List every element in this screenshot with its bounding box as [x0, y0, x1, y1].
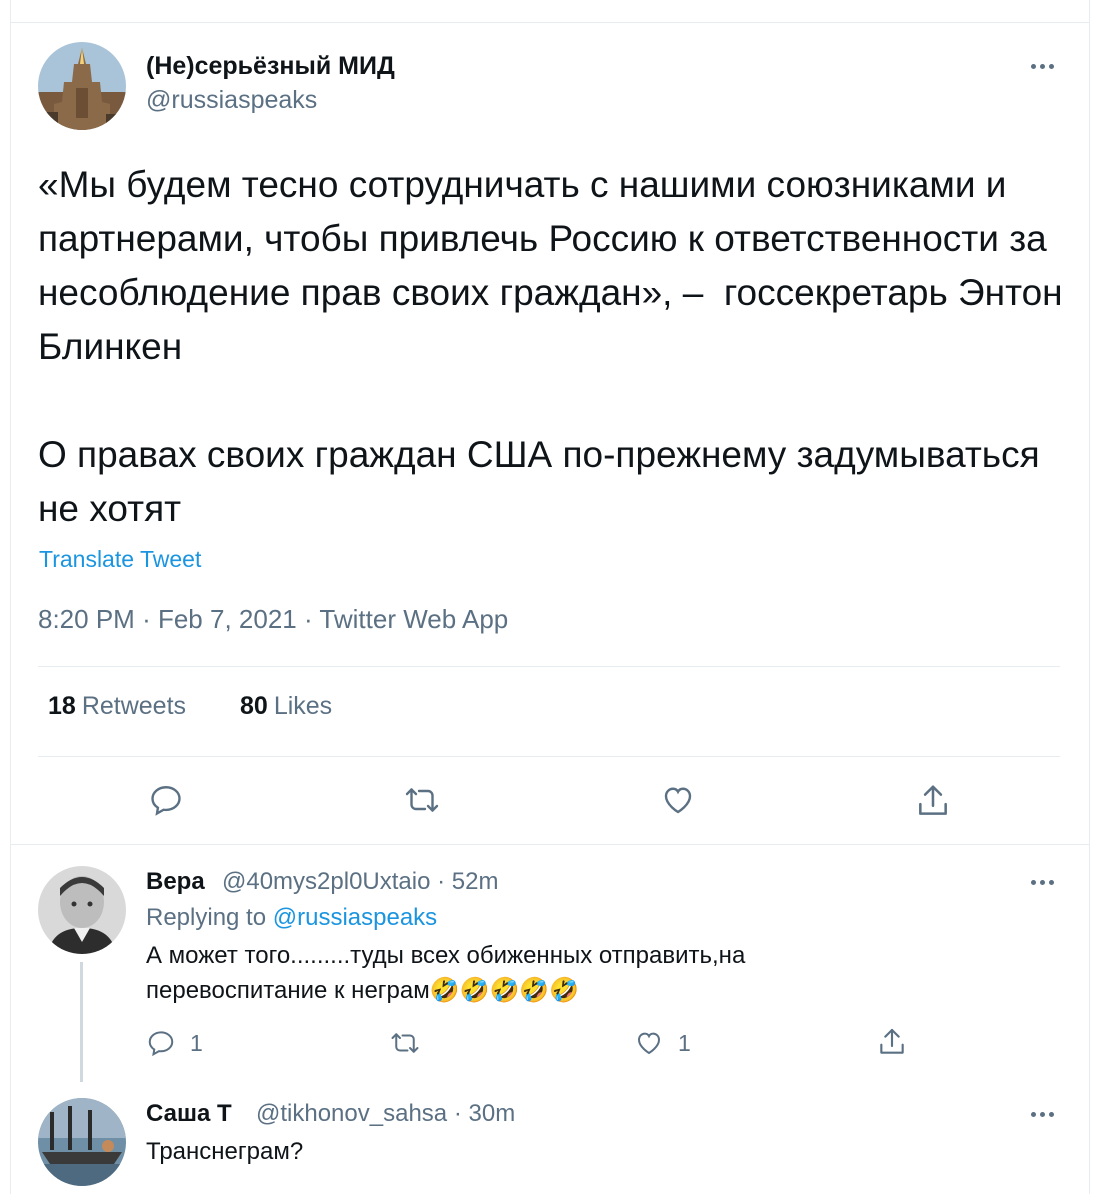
tweet-meta: 8:20 PM · Feb 7, 2021 · Twitter Web App	[38, 604, 508, 635]
retweet-button[interactable]	[402, 782, 442, 818]
reply-avatar[interactable]	[38, 1098, 126, 1186]
author-handle[interactable]: @russiaspeaks	[146, 86, 317, 115]
meta-separator: ·	[142, 604, 151, 634]
thread-line	[80, 962, 83, 1082]
like-icon	[664, 787, 692, 814]
like-button[interactable]: 1	[634, 1028, 691, 1058]
reply-text: Транснеграм?	[146, 1138, 304, 1165]
meta-separator: ·	[453, 1100, 462, 1127]
reply-button[interactable]: 1	[146, 1028, 203, 1058]
reply-author-name[interactable]: Саша Т	[146, 1100, 232, 1128]
reply-handle-text[interactable]: @tikhonov_sahsa	[256, 1100, 447, 1127]
like-icon	[637, 1032, 661, 1055]
like-button[interactable]	[660, 782, 696, 818]
share-icon	[919, 785, 947, 815]
likes-stat[interactable]: 80 Likes	[240, 692, 332, 721]
reply-avatar[interactable]	[38, 866, 126, 954]
reply-time[interactable]: 52m	[452, 868, 499, 895]
reply-handle-text[interactable]: @40mys2pl0Uxtaio	[222, 868, 430, 895]
like-count: 1	[678, 1029, 691, 1056]
retweet-icon	[391, 1033, 419, 1053]
replying-prefix: Replying to	[146, 904, 267, 931]
tweet-text: «Мы будем тесно сотрудничать с нашими со…	[38, 164, 1063, 529]
retweets-stat[interactable]: 18 Retweets	[48, 692, 186, 721]
reply-button[interactable]	[148, 782, 184, 818]
reply-count: 1	[190, 1029, 203, 1056]
more-icon[interactable]	[1031, 1112, 1054, 1117]
likes-label: Likes	[273, 692, 333, 720]
tweet-date[interactable]: Feb 7, 2021	[158, 604, 297, 634]
translate-tweet-link[interactable]: Translate Tweet	[39, 546, 201, 573]
meta-separator: ·	[303, 604, 313, 634]
retweets-label: Retweets	[81, 692, 187, 720]
share-button[interactable]	[914, 782, 952, 820]
reply-icon	[151, 786, 181, 816]
divider	[10, 844, 1090, 845]
more-icon[interactable]	[1031, 64, 1054, 69]
reply-text: А может того.........туды всех обиженных…	[146, 942, 746, 1004]
author-avatar[interactable]	[38, 42, 126, 130]
tweet-time[interactable]: 8:20 PM	[38, 604, 135, 634]
likes-count: 80	[240, 692, 268, 720]
reply-icon	[148, 1031, 174, 1057]
reply-author-name[interactable]: Вера	[146, 868, 205, 896]
share-icon	[880, 1028, 904, 1054]
retweet-icon	[405, 788, 439, 812]
retweet-button[interactable]	[388, 1028, 422, 1058]
meta-separator: ·	[437, 868, 446, 895]
replying-to-handle[interactable]: @russiaspeaks	[273, 904, 437, 931]
replying-to: Replying to @russiaspeaks	[146, 904, 437, 932]
share-button[interactable]	[876, 1026, 908, 1058]
reply-author-handle: @tikhonov_sahsa · 30m	[256, 1100, 515, 1128]
divider	[38, 756, 1060, 757]
tweet-source[interactable]: Twitter Web App	[319, 604, 508, 634]
more-icon[interactable]	[1031, 880, 1054, 885]
reply-author-handle: @40mys2pl0Uxtaio · 52m	[222, 868, 498, 896]
author-name[interactable]: (Не)серьёзный МИД	[146, 52, 395, 81]
retweets-count: 18	[48, 692, 76, 720]
top-border	[10, 22, 1090, 23]
reply-time[interactable]: 30m	[469, 1100, 516, 1127]
divider	[38, 666, 1060, 667]
